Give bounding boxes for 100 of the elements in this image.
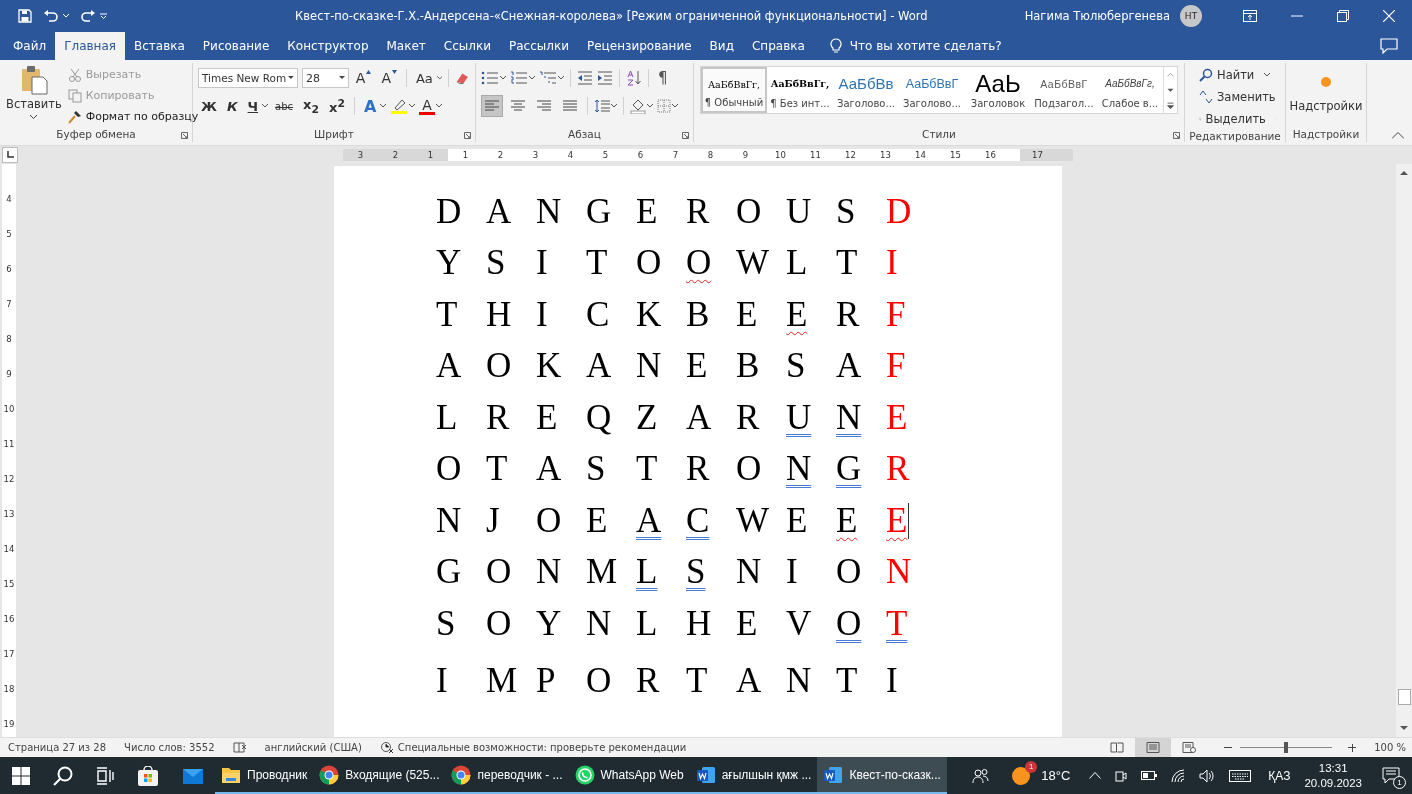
caret-icon[interactable]: [409, 104, 416, 108]
caret-icon[interactable]: [435, 104, 442, 108]
sun-icon[interactable]: [1011, 765, 1032, 786]
undo-icon[interactable]: [43, 9, 59, 23]
wifi-icon[interactable]: [1171, 768, 1186, 783]
style-item[interactable]: АаБбВвГ Подзагол...: [1031, 67, 1097, 113]
ribbon-tab[interactable]: Файл: [4, 32, 56, 60]
bullet-list-icon[interactable]: [481, 71, 499, 85]
keyboard-icon[interactable]: [1229, 769, 1252, 782]
dialog-launcher-icon[interactable]: [682, 132, 689, 139]
increase-indent-icon[interactable]: [597, 71, 613, 85]
taskbar-app[interactable]: WhatsApp Web: [568, 757, 690, 794]
tab-selector[interactable]: [2, 147, 18, 163]
caret-icon[interactable]: [500, 76, 506, 80]
clock-date[interactable]: 20.09.2023: [1304, 775, 1362, 791]
search-icon[interactable]: [53, 765, 73, 786]
tell-me-search[interactable]: Что вы хотите сделать?: [849, 32, 1002, 60]
eraser-icon[interactable]: [455, 70, 470, 86]
proofing-icon[interactable]: [232, 742, 247, 753]
close-icon[interactable]: [1383, 10, 1395, 22]
show-formatting-button[interactable]: ¶: [655, 68, 671, 88]
font-family-field[interactable]: Times New Rom: [198, 68, 298, 88]
multilevel-list-icon[interactable]: [539, 71, 557, 85]
caret-icon[interactable]: [672, 104, 678, 108]
clipboard-action[interactable]: Формат по образцу: [67, 107, 199, 126]
store-icon[interactable]: [137, 765, 159, 786]
superscript-button[interactable]: x$^{2}$: [326, 96, 348, 116]
find-button[interactable]: Найти: [1199, 65, 1277, 85]
style-item[interactable]: АаБбВвГг, ¶ Без инт...: [767, 67, 833, 113]
caret-icon[interactable]: [380, 104, 387, 108]
bold-button[interactable]: Ж: [198, 96, 220, 116]
line-spacing-icon[interactable]: [594, 99, 610, 113]
view-button[interactable]: [1135, 738, 1172, 757]
battery-icon[interactable]: [1141, 771, 1158, 780]
scroll-thumb[interactable]: [1397, 689, 1411, 705]
redo-icon[interactable]: [80, 9, 96, 23]
zoom-level[interactable]: 100 %: [1374, 742, 1406, 753]
user-avatar[interactable]: НТ: [1180, 5, 1202, 27]
zoom-slider[interactable]: [1284, 742, 1289, 753]
ribbon-tab[interactable]: Вид: [700, 32, 743, 60]
caret-icon[interactable]: [611, 104, 617, 108]
ribbon-tab[interactable]: Рисование: [193, 32, 279, 60]
restore-icon[interactable]: [1337, 10, 1349, 22]
comment-icon[interactable]: [1380, 38, 1398, 54]
speaker-icon[interactable]: [1199, 768, 1216, 783]
text-effects-button[interactable]: A: [360, 96, 380, 116]
replace-button[interactable]: Заменить: [1199, 87, 1277, 107]
highlighter-icon[interactable]: [390, 98, 409, 114]
ribbon-tab[interactable]: Рассылки: [500, 32, 578, 60]
ribbon-tab[interactable]: Рецензирование: [578, 32, 701, 60]
taskbar-app[interactable]: Квест-по-сказк...: [817, 757, 947, 794]
taskbar-app[interactable]: Входящие (525...: [313, 757, 446, 794]
strikethrough-button[interactable]: abc: [272, 96, 297, 116]
style-item[interactable]: АаЬ Заголовок: [965, 67, 1031, 113]
accessibility-status[interactable]: Специальные возможности: проверьте рекомендации: [397, 742, 687, 753]
language-label[interactable]: английский (США): [264, 742, 362, 753]
caret-icon[interactable]: [529, 76, 535, 80]
save-icon[interactable]: [18, 9, 32, 23]
dialog-launcher-icon[interactable]: [464, 132, 471, 139]
taskbar-app[interactable]: переводчик - ...: [445, 757, 569, 794]
ribbon-tab[interactable]: Ссылки: [434, 32, 500, 60]
ribbon-display-icon[interactable]: [1243, 10, 1257, 22]
customize-caret-icon[interactable]: [100, 13, 107, 19]
style-item[interactable]: АаБбВв Заголово...: [833, 67, 899, 113]
word-count[interactable]: Число слов: 3552: [124, 742, 215, 753]
mail-icon[interactable]: [182, 766, 204, 785]
clock-time[interactable]: 13:31: [1318, 760, 1348, 776]
paint-bucket-icon[interactable]: [630, 98, 646, 114]
subscript-button[interactable]: x$_{2}$: [300, 96, 322, 116]
style-item[interactable]: АаБбВвГ Заголово...: [899, 67, 965, 113]
ribbon-tab[interactable]: Вставка: [125, 32, 194, 60]
page-count[interactable]: Страница 27 из 28: [8, 742, 107, 753]
caret-icon[interactable]: [647, 104, 653, 108]
caret-icon[interactable]: [558, 76, 564, 80]
people-icon[interactable]: [972, 767, 991, 784]
ribbon-tab[interactable]: Справка: [742, 32, 814, 60]
ribbon-tab[interactable]: Конструктор: [278, 32, 378, 60]
style-item[interactable]: АаБбВвГг, Слабое в...: [1097, 67, 1163, 113]
ribbon-tab[interactable]: Главная: [55, 32, 125, 60]
change-case-button[interactable]: Aa: [412, 68, 436, 88]
notifications-icon[interactable]: [1382, 767, 1400, 784]
underline-button[interactable]: Ч: [244, 96, 262, 116]
caret-icon[interactable]: [262, 104, 269, 108]
shrink-font-button[interactable]: A: [378, 68, 400, 88]
start-icon[interactable]: [12, 766, 30, 785]
chevron-up-icon[interactable]: [1089, 772, 1102, 779]
font-size-field[interactable]: 28: [302, 68, 349, 88]
temperature[interactable]: 18°C: [1041, 768, 1071, 783]
style-item[interactable]: АаБбВвГг, ¶ Обычный: [701, 67, 767, 113]
add-ins-button[interactable]: Надстройки: [1289, 76, 1363, 113]
dialog-launcher-icon[interactable]: [1173, 132, 1180, 139]
camera-icon[interactable]: [1115, 768, 1128, 783]
decrease-indent-icon[interactable]: [577, 71, 593, 85]
taskbar-app[interactable]: Проводник: [215, 757, 314, 794]
sort-icon[interactable]: [626, 70, 642, 86]
font-color-button[interactable]: A: [419, 97, 435, 115]
task-view-icon[interactable]: [96, 766, 114, 785]
caret-icon[interactable]: [436, 76, 443, 80]
ribbon-tab[interactable]: Макет: [377, 32, 435, 60]
italic-button[interactable]: К: [223, 96, 241, 116]
